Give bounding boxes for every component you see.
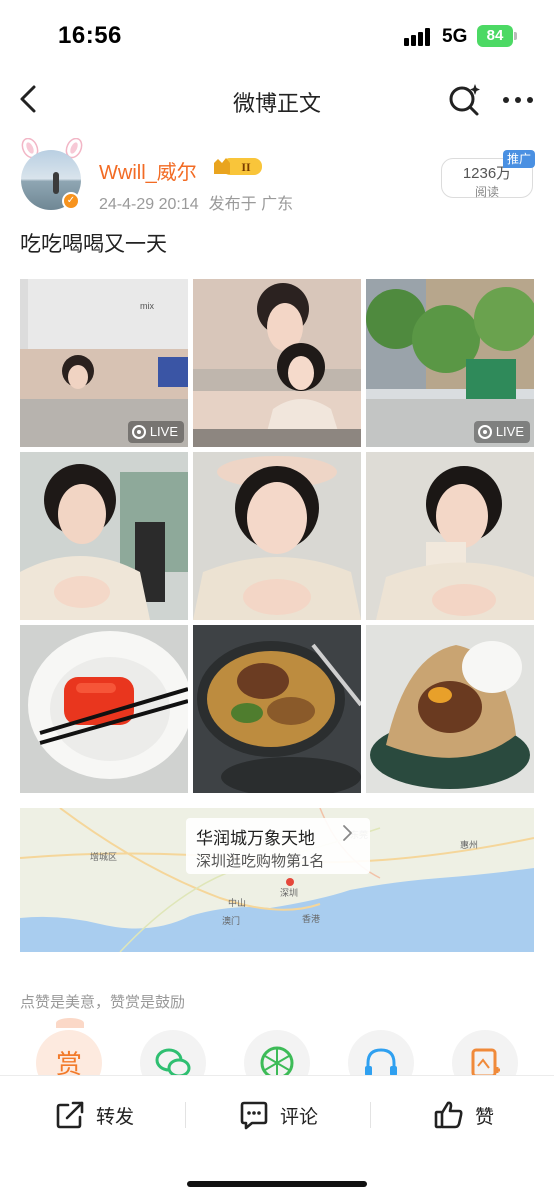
photo-fried-noodles[interactable] xyxy=(193,625,361,793)
home-indicator[interactable] xyxy=(187,1181,367,1187)
live-badge: LIVE xyxy=(127,421,184,443)
map-label: 澳门 xyxy=(222,915,240,926)
photo-sticky-rice-dumpling[interactable] xyxy=(366,625,534,793)
battery-level: 84 xyxy=(486,27,504,44)
search-sparkle-icon[interactable] xyxy=(446,82,482,118)
comment-label: 评论 xyxy=(280,1106,319,1128)
location-card[interactable]: 华润城万象天地 深圳逛吃购物第1名 xyxy=(186,818,370,874)
map-label: 增城区 xyxy=(90,851,117,862)
donate-row: 赏 xyxy=(0,1018,554,1096)
toolbar-divider xyxy=(370,1102,371,1128)
photo-billboard-building[interactable]: mix LIVE xyxy=(20,279,188,447)
photo-grid: mix LIVE LIVE xyxy=(20,279,534,793)
post-time: 24-4-29 20:14 xyxy=(99,196,199,213)
comment-icon xyxy=(240,1101,268,1130)
live-label: LIVE xyxy=(495,424,524,439)
live-icon xyxy=(477,425,492,439)
vip-level-text: II xyxy=(241,160,251,174)
photo-street-trees[interactable]: LIVE xyxy=(366,279,534,447)
map-label: 香港 xyxy=(302,913,320,924)
status-bar: 16:56 5G 84 xyxy=(0,0,554,70)
post-location: 发布于 广东 xyxy=(208,196,294,213)
post-meta: 24-4-29 20:14 发布于 广东 xyxy=(99,190,293,214)
live-badge: LIVE xyxy=(473,421,530,443)
author-name[interactable]: Wwill_威尔 xyxy=(99,156,197,185)
toolbar-divider xyxy=(185,1102,186,1128)
verified-check-icon: ✓ xyxy=(62,192,80,210)
donate-caption: 点赞是美意，赞赏是鼓励 xyxy=(20,994,186,1011)
repost-label: 转发 xyxy=(96,1106,135,1128)
vip-level-badge[interactable]: II xyxy=(212,155,264,177)
photo-selfie-with-poster[interactable] xyxy=(193,279,361,447)
comment-button[interactable]: 评论 xyxy=(238,1098,318,1132)
network-type: 5G xyxy=(442,26,468,47)
thumbs-up-icon xyxy=(434,1101,463,1129)
map-label: 深圳 xyxy=(280,888,298,898)
map-label: 中山 xyxy=(228,897,246,908)
chevron-right-icon xyxy=(343,825,352,841)
like-label: 赞 xyxy=(475,1106,495,1128)
location-subtitle: 深圳逛吃购物第1名 xyxy=(196,853,325,870)
photo-selfie-restaurant-3[interactable] xyxy=(366,452,534,620)
more-dots-icon[interactable] xyxy=(500,82,536,118)
status-time: 16:56 xyxy=(58,22,122,49)
repost-button[interactable]: 转发 xyxy=(54,1098,134,1132)
photo-red-dessert[interactable] xyxy=(20,625,188,793)
like-button[interactable]: 赞 xyxy=(433,1098,494,1132)
location-title: 华润城万象天地 xyxy=(196,829,315,848)
promo-tag: 推广 xyxy=(503,150,535,168)
svg-text:mix: mix xyxy=(140,301,154,311)
reward-hat xyxy=(56,1018,84,1028)
live-icon xyxy=(131,425,146,439)
photo-selfie-restaurant-1[interactable] xyxy=(20,452,188,620)
photo-selfie-restaurant-2[interactable] xyxy=(193,452,361,620)
battery-charging-icon: 84 xyxy=(477,25,513,47)
avatar[interactable]: ✓ xyxy=(18,138,86,216)
battery-tip xyxy=(514,32,517,40)
avatar-figure xyxy=(53,172,59,194)
post-text: 吃吃喝喝又一天 xyxy=(20,233,167,256)
post-header: ✓ Wwill_威尔 II 24-4-29 20:14 发布于 广东 1236万 … xyxy=(0,138,554,218)
repost-icon xyxy=(56,1101,84,1129)
nav-bar: 微博正文 xyxy=(0,70,554,130)
live-label: LIVE xyxy=(149,424,178,439)
signal-bars-icon xyxy=(404,28,436,46)
map-label: 惠州 xyxy=(460,839,478,850)
read-label: 阅读 xyxy=(474,185,499,199)
